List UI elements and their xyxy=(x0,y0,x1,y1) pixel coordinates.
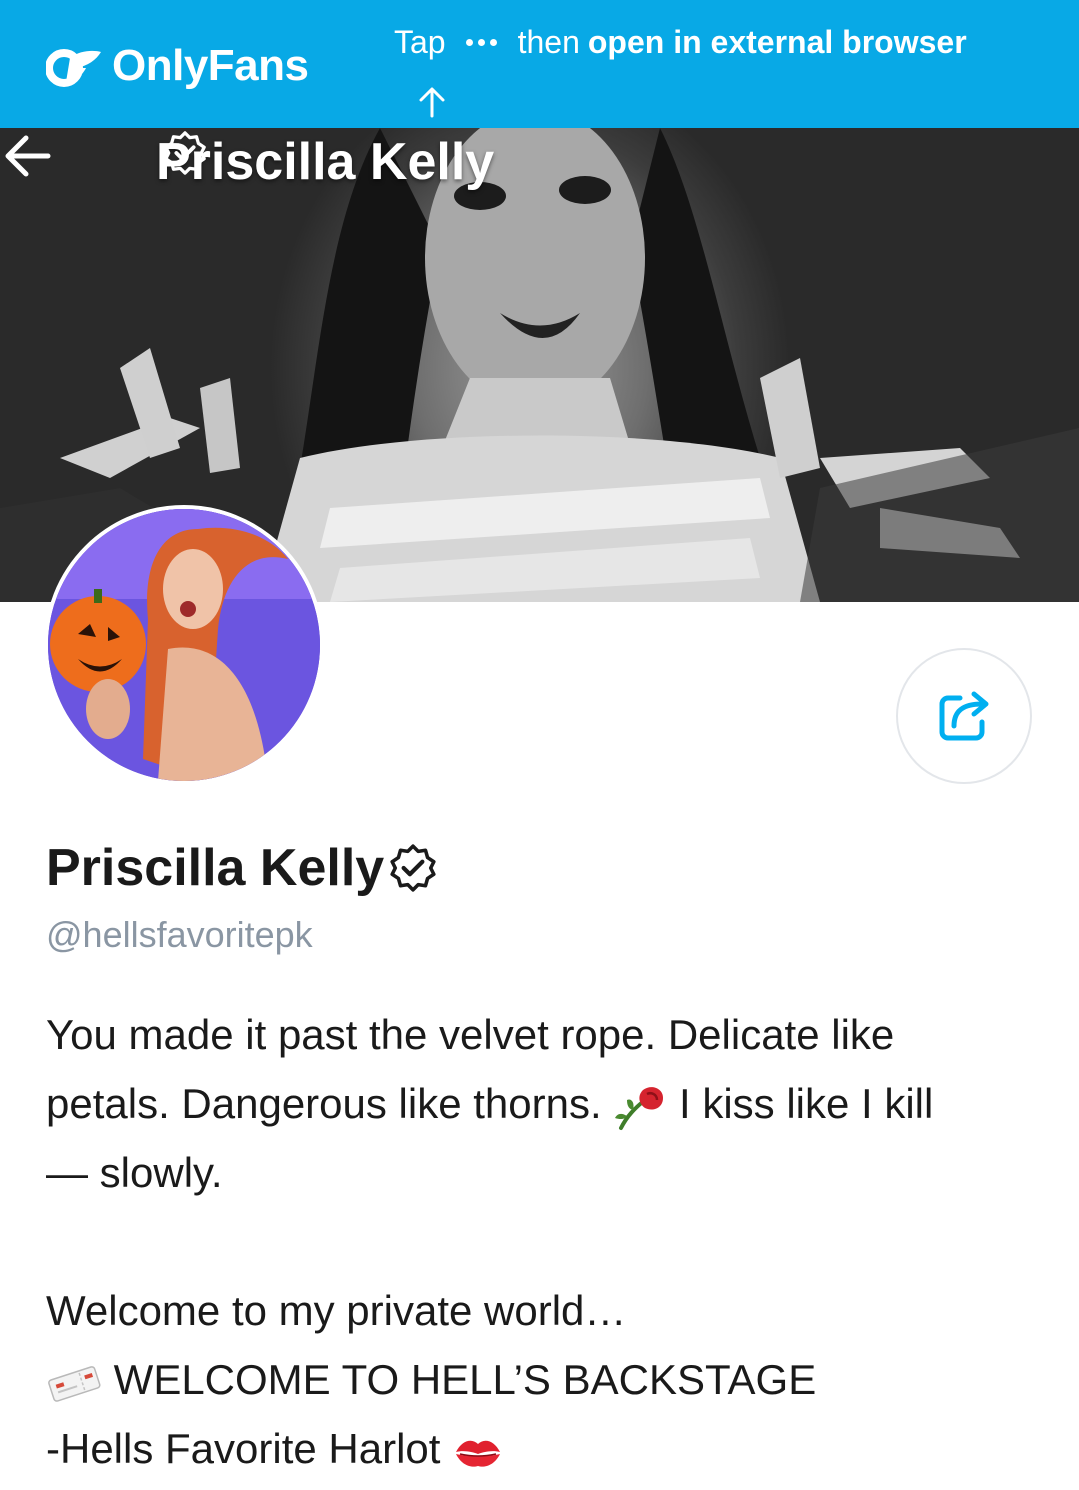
bio-text: petals. Dangerous like thorns. xyxy=(46,1080,602,1127)
verified-badge-icon xyxy=(164,131,206,175)
hint-then: then xyxy=(517,23,580,60)
profile-name-row: Priscilla Kelly xyxy=(46,836,438,900)
share-icon xyxy=(939,691,989,741)
verified-badge-icon xyxy=(390,844,436,892)
wilted-rose-icon xyxy=(615,1087,664,1130)
cover-title: Priscilla Kelly xyxy=(156,130,494,194)
bio-text: WELCOME TO HELL’S BACKSTAGE xyxy=(113,1356,817,1403)
onlyfans-logo-icon xyxy=(46,49,101,87)
profile-bio: You made it past the velvet rope. Delica… xyxy=(46,1000,1036,1483)
ticket-icon xyxy=(48,1366,101,1402)
open-browser-hint: Tap then open in external browser xyxy=(394,18,967,66)
kiss-mark-icon xyxy=(456,1440,501,1467)
share-button[interactable] xyxy=(896,648,1032,784)
profile-name: Priscilla Kelly xyxy=(46,839,385,897)
hint-action: open in external browser xyxy=(587,23,967,60)
back-arrow-icon[interactable] xyxy=(0,128,56,184)
open-in-browser-banner[interactable]: OnlyFans Tap then open in external brows… xyxy=(0,0,1079,128)
bio-line: petals. Dangerous like thorns. I kiss li… xyxy=(46,1069,1036,1138)
avatar-photo xyxy=(48,509,320,781)
bio-line: -Hells Favorite Harlot xyxy=(46,1414,1036,1483)
bio-text: -Hells Favorite Harlot xyxy=(46,1425,441,1472)
onlyfans-brand: OnlyFans xyxy=(46,40,309,92)
hint-tap: Tap xyxy=(394,23,446,60)
bio-line: WELCOME TO HELL’S BACKSTAGE xyxy=(46,1345,1036,1414)
bio-line: — slowly. xyxy=(46,1149,223,1196)
arrow-up-icon xyxy=(419,87,445,118)
more-dots-icon xyxy=(464,38,500,46)
bio-line: Welcome to my private world… xyxy=(46,1287,627,1334)
profile-handle: @hellsfavoritepk xyxy=(46,914,313,955)
bio-line: You made it past the velvet rope. Delica… xyxy=(46,1011,895,1058)
brand-name: OnlyFans xyxy=(112,41,309,90)
bio-text: I kiss like I kill xyxy=(678,1080,934,1127)
bio-spacer xyxy=(46,1207,1036,1276)
avatar[interactable] xyxy=(44,505,324,785)
